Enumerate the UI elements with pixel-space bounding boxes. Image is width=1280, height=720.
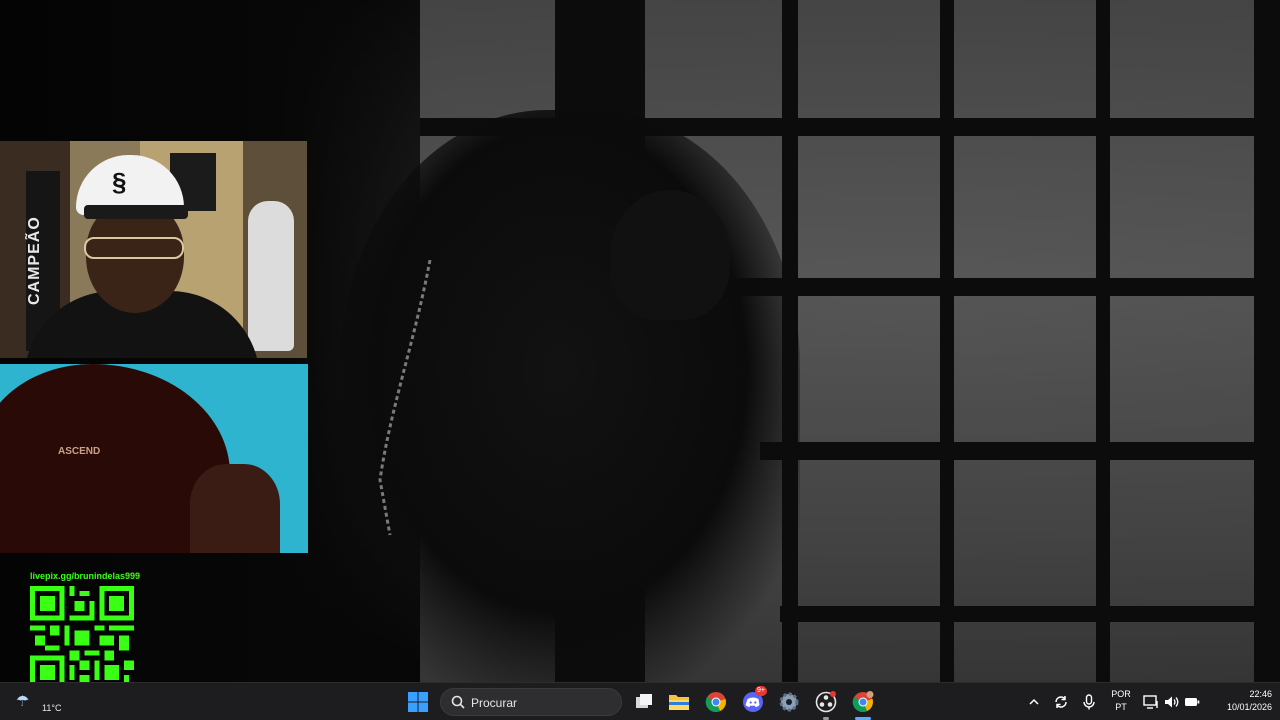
windows-start-icon (408, 692, 428, 712)
obs-button[interactable] (813, 689, 839, 720)
search-icon (451, 695, 465, 709)
qr-code (30, 586, 134, 690)
hanging-coat (248, 201, 294, 351)
clock[interactable]: 22:46 10/01/2026 (1208, 688, 1272, 714)
weather-rain-icon: ☂ (16, 693, 30, 710)
keyboard-layout: PT (1115, 702, 1127, 712)
windows-taskbar: ☂ 11°C Procurar 9+ POR PT 22:46 10/01/20… (0, 682, 1280, 720)
gear-icon (779, 692, 799, 712)
chrome-button[interactable] (703, 689, 729, 715)
volume-icon (1165, 696, 1179, 708)
search-placeholder: Procurar (471, 696, 518, 710)
discord-button[interactable]: 9+ (740, 686, 767, 715)
glasses (84, 237, 184, 259)
webcam-overlay-1: CAMPEÃO § (0, 141, 307, 358)
window-frame-vertical (940, 0, 954, 682)
search-box[interactable]: Procurar (440, 688, 622, 716)
sync-button[interactable] (1050, 689, 1072, 715)
chrome-icon (705, 692, 726, 712)
person-shoulder (190, 464, 280, 553)
discord-notification-badge: 9+ (755, 686, 767, 696)
window-frame-horizontal (760, 442, 1280, 460)
chevron-up-icon (1029, 698, 1039, 705)
microphone-button[interactable] (1078, 689, 1100, 715)
network-button[interactable] (1140, 689, 1162, 715)
settings-button[interactable] (776, 689, 802, 715)
language-indicator[interactable]: POR PT (1108, 688, 1134, 714)
chain-necklace (378, 260, 432, 536)
sync-icon (1055, 696, 1067, 708)
tray-overflow-button[interactable] (1024, 689, 1044, 715)
clock-time: 22:46 (1249, 689, 1272, 699)
task-view-icon (636, 694, 652, 708)
donation-url: livepix.gg/brunindelas999 (30, 571, 141, 581)
weather-widget[interactable]: ☂ 11°C (16, 687, 126, 717)
microphone-icon (1083, 694, 1095, 710)
shirt-text: ASCEND (58, 446, 101, 457)
network-icon (1143, 695, 1158, 709)
cap-brim (84, 205, 188, 219)
window-frame-vertical (1096, 0, 1110, 682)
file-explorer-button[interactable] (666, 689, 692, 715)
hooded-head (610, 190, 730, 320)
window-frame-horizontal (780, 606, 1280, 622)
battery-button[interactable] (1181, 689, 1203, 715)
window-frame-vertical (1254, 0, 1280, 682)
language-code: POR (1111, 689, 1131, 699)
clock-date: 10/01/2026 (1226, 702, 1272, 712)
obs-icon (815, 691, 837, 713)
volume-button[interactable] (1161, 689, 1183, 715)
weather-temperature: 11°C (42, 703, 62, 713)
screen: CAMPEÃO § ASCEND livepix.gg/brunindelas9… (0, 0, 1280, 720)
chrome-active-button[interactable] (850, 689, 876, 720)
battery-icon (1185, 698, 1200, 706)
cap-logo: § (112, 167, 127, 197)
webcam-overlay-2: ASCEND (0, 364, 308, 553)
chrome-icon (852, 691, 874, 712)
folder-icon (669, 695, 689, 710)
start-button[interactable] (405, 689, 431, 715)
task-view-button[interactable] (631, 689, 657, 715)
